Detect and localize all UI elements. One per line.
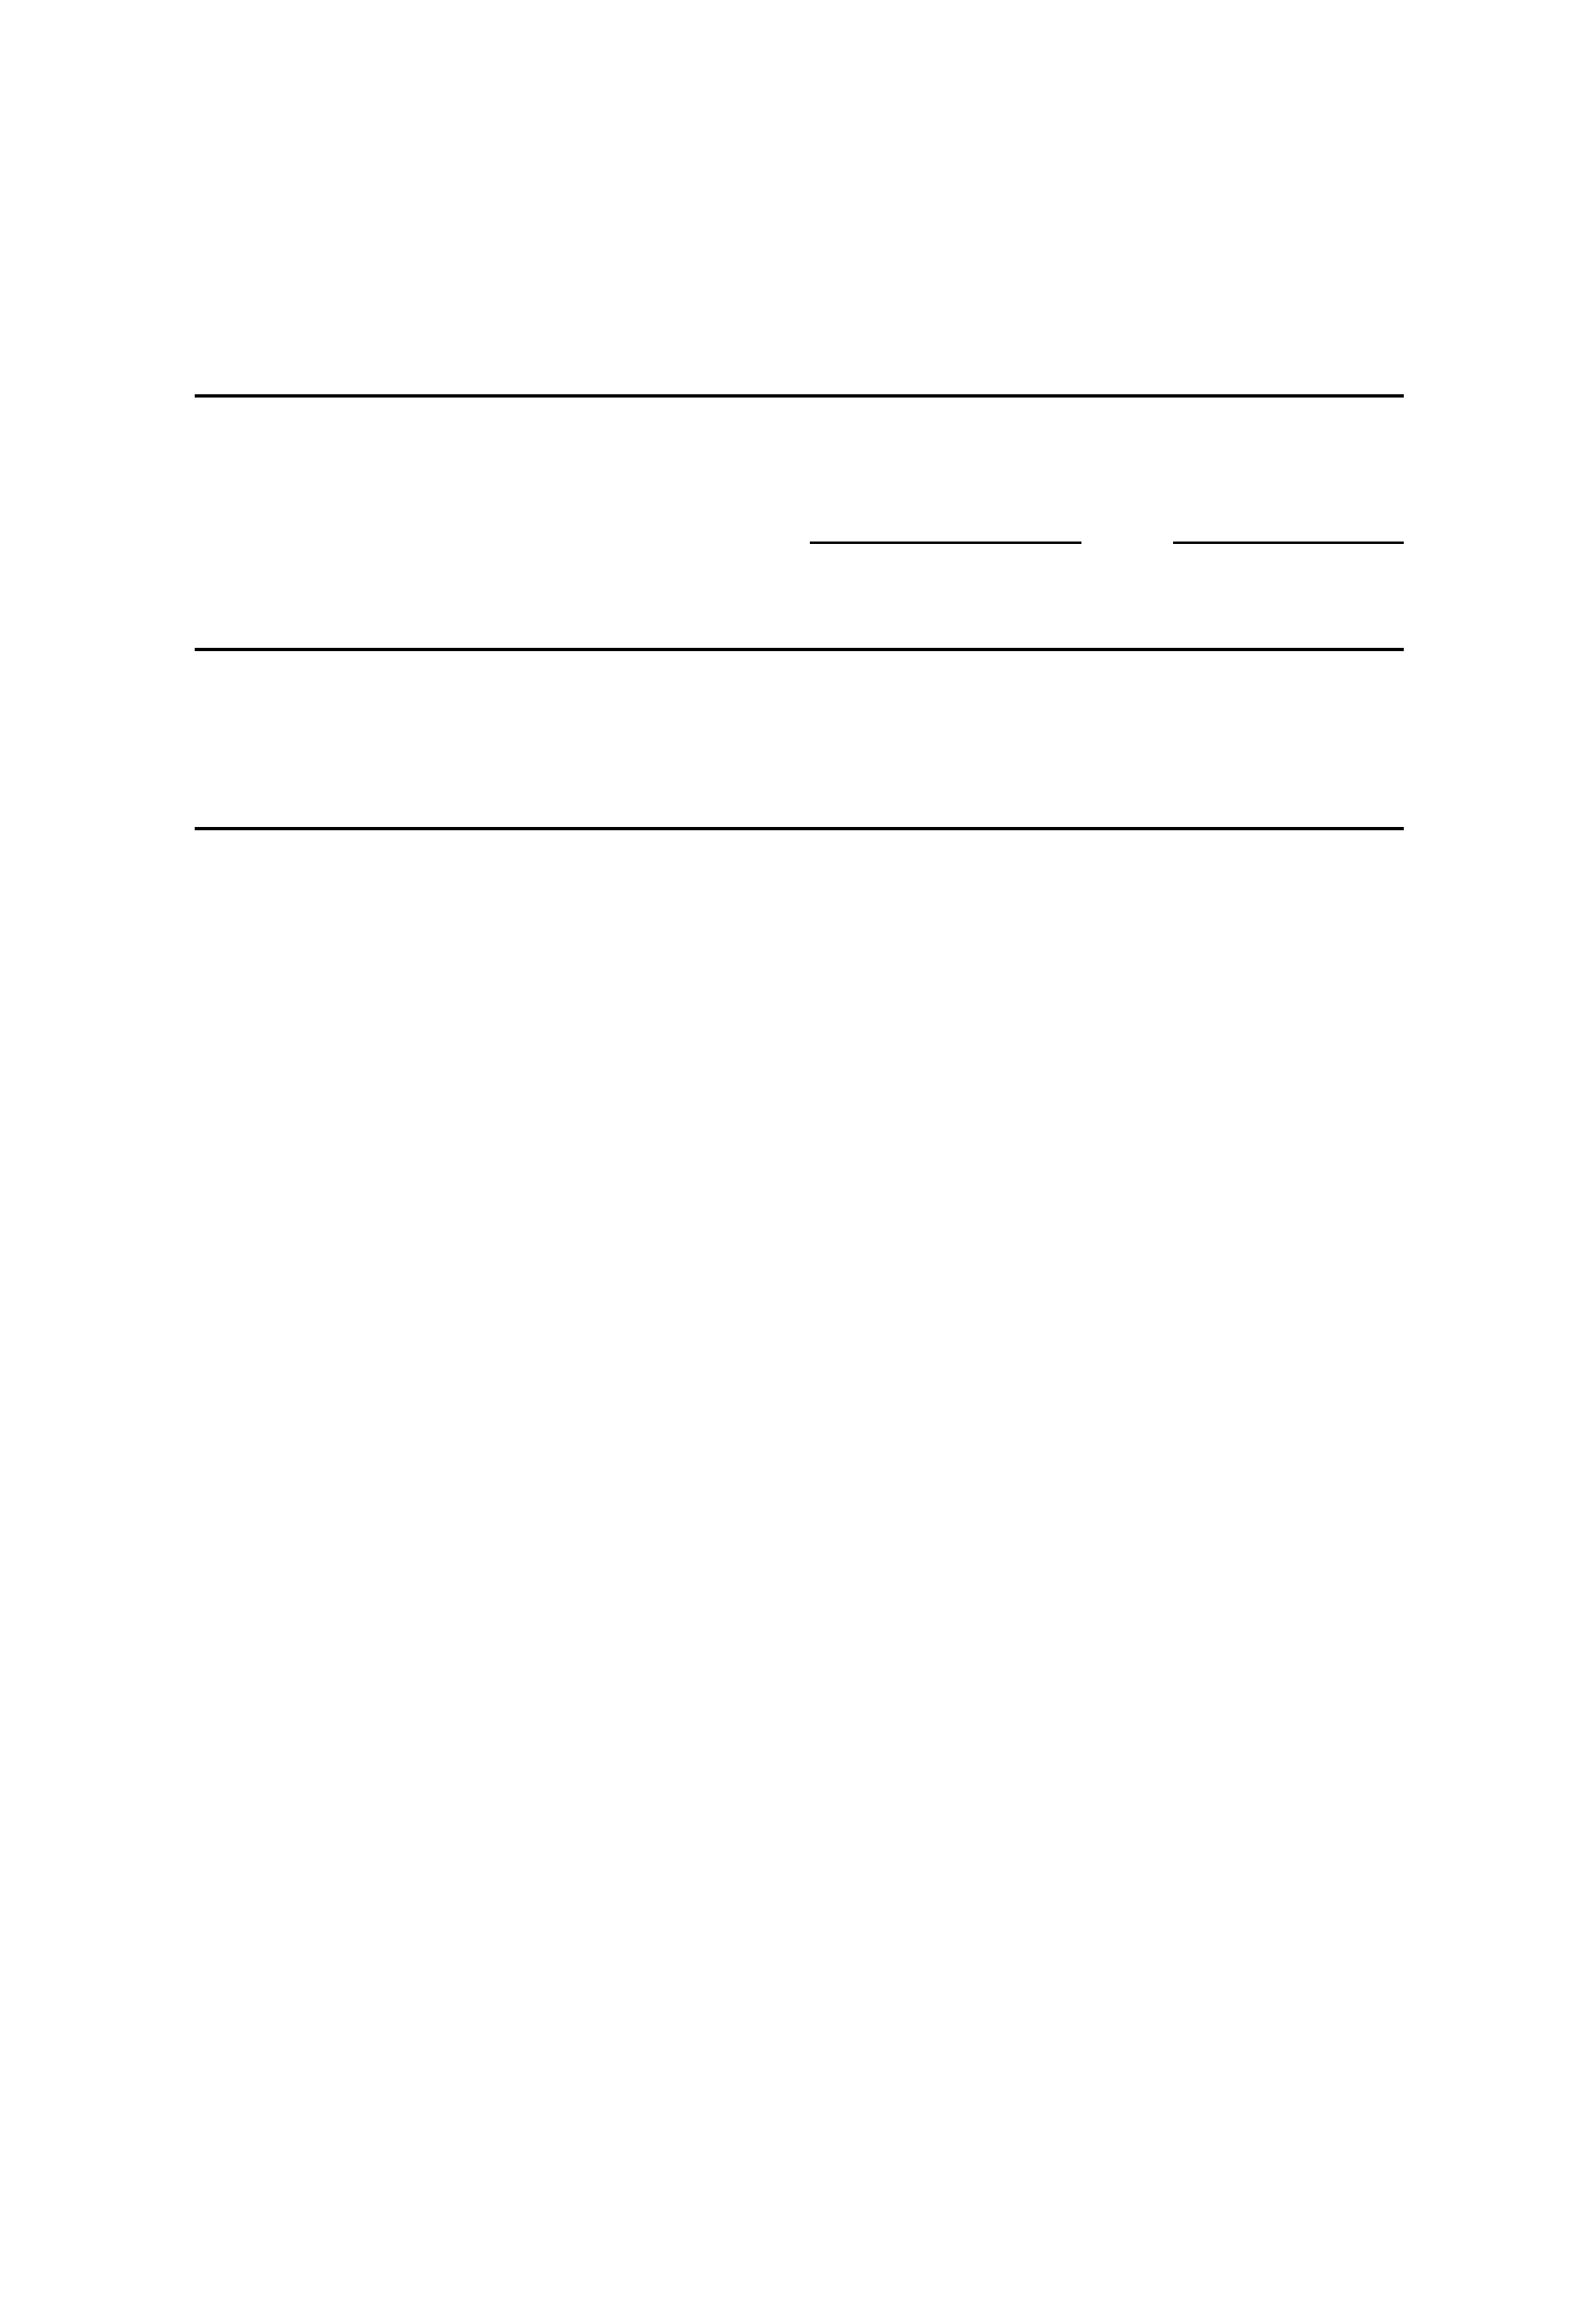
table-sub-header-row <box>195 414 1404 456</box>
subheader-dist-tio2 <box>1065 414 1234 456</box>
subheader-dist-zro2 <box>1234 414 1404 456</box>
results-table <box>195 393 1404 456</box>
header-product <box>195 393 546 414</box>
subheader-assay-tio2 <box>751 414 896 456</box>
figure-caption <box>195 2125 1422 2166</box>
table-rule-header <box>195 648 1404 651</box>
header-distribution <box>1065 393 1234 414</box>
flowsheet-lower <box>0 1800 1596 2127</box>
table-group-header-row <box>195 393 1404 414</box>
table-rule-distribution <box>1173 542 1404 544</box>
header-weight <box>546 393 751 414</box>
table-rule-assays <box>810 542 1081 544</box>
subheader-assay-zro2 <box>896 414 1065 456</box>
header-assays <box>751 393 896 414</box>
